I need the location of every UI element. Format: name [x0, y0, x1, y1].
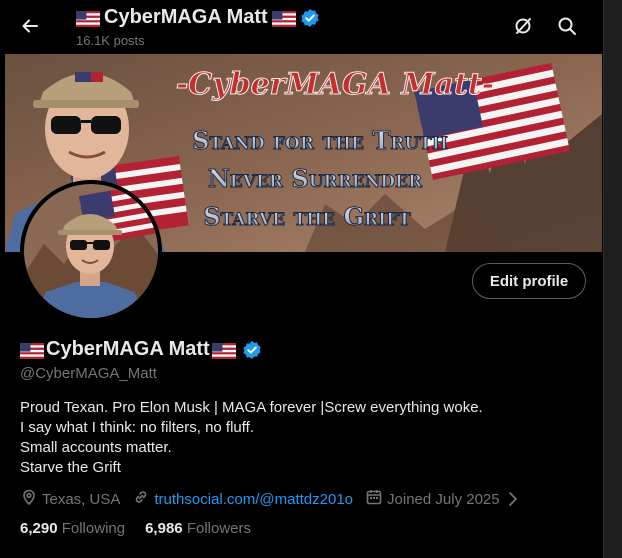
- chevron-right-icon[interactable]: [506, 490, 520, 508]
- banner-line-2: Never Surrender: [208, 164, 423, 193]
- profile-page: CyberMAGA Matt 16.1K posts -CyberMAGA Ma…: [0, 0, 604, 558]
- slash-circle-icon: [513, 16, 533, 41]
- location-text: Texas, USA: [42, 490, 121, 508]
- bio-line: Proud Texan. Pro Elon Musk | MAGA foreve…: [20, 399, 483, 416]
- following-link[interactable]: 6,290 Following: [20, 520, 125, 537]
- location-pin-icon: [20, 488, 38, 510]
- followers-count: 6,986: [145, 520, 183, 537]
- website: truthsocial.com/@mattdz201o: [132, 488, 353, 510]
- profile-handle: @CyberMAGA_Matt: [20, 365, 157, 382]
- profile-header: CyberMAGA Matt 16.1K posts: [0, 0, 603, 54]
- follow-stats: 6,290 Following 6,986 Followers: [20, 520, 271, 537]
- avatar[interactable]: [20, 180, 162, 322]
- us-flag-icon: [20, 342, 44, 359]
- us-flag-icon: [76, 10, 100, 27]
- followers-link[interactable]: 6,986 Followers: [145, 520, 251, 537]
- verified-badge-icon[interactable]: [242, 340, 262, 360]
- joined-text: Joined July 2025: [387, 490, 500, 508]
- verified-badge-icon: [300, 8, 320, 28]
- following-label: Following: [61, 520, 126, 537]
- bio-line: I say what I think: no filters, no fluff…: [20, 419, 255, 436]
- calendar-icon: [365, 488, 383, 510]
- banner-line-1: Stand for the Truth: [192, 126, 448, 155]
- edit-profile-button[interactable]: Edit profile: [472, 263, 586, 299]
- profile-meta: Texas, USA truthsocial.com/@mattdz201o J…: [20, 488, 520, 510]
- header-name-text: CyberMAGA Matt: [104, 6, 268, 28]
- followers-label: Followers: [186, 520, 251, 537]
- profile-bio: Proud Texan. Pro Elon Musk | MAGA foreve…: [20, 398, 580, 478]
- joined-date[interactable]: Joined July 2025: [365, 488, 500, 510]
- location: Texas, USA: [20, 488, 120, 510]
- us-flag-icon: [271, 10, 296, 27]
- banner-line-3: Starve the Grift: [203, 202, 411, 231]
- search-icon: [557, 16, 577, 41]
- header-title: CyberMAGA Matt: [76, 6, 320, 29]
- website-link[interactable]: truthsocial.com/@mattdz201o: [154, 491, 353, 508]
- link-icon: [132, 488, 150, 510]
- bio-line: Starve the Grift: [20, 459, 121, 476]
- following-count: 6,290: [20, 520, 58, 537]
- grok-button[interactable]: [505, 10, 541, 46]
- display-name: CyberMAGA Matt: [20, 338, 262, 361]
- window-background: [604, 0, 622, 558]
- posts-count: 16.1K posts: [76, 33, 145, 48]
- display-name-text: CyberMAGA Matt: [46, 338, 210, 360]
- arrow-left-icon: [20, 16, 40, 41]
- bio-line: Small accounts matter.: [20, 439, 172, 456]
- back-button[interactable]: [12, 10, 48, 46]
- banner-title: -CyberMAGA Matt-: [176, 67, 494, 102]
- us-flag-icon: [211, 342, 236, 359]
- search-button[interactable]: [549, 10, 585, 46]
